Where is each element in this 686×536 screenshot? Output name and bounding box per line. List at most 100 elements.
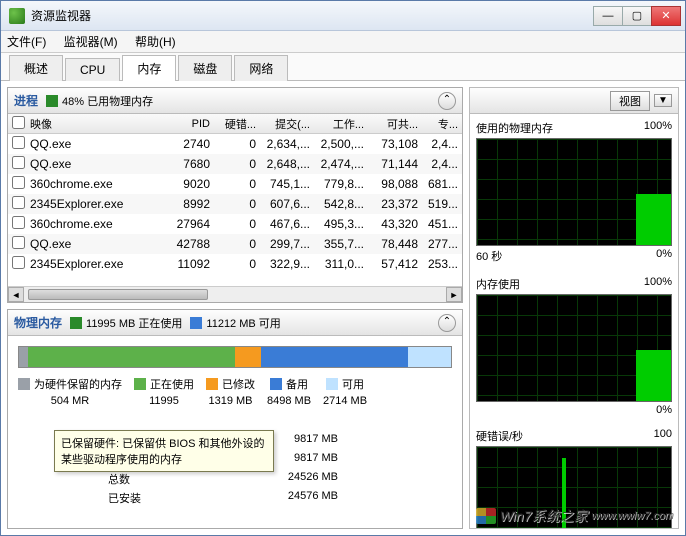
table-row[interactable]: 360chrome.exe279640467,6...495,3...43,32… <box>8 214 462 234</box>
cell-hf: 0 <box>214 177 260 191</box>
row-checkbox[interactable] <box>12 136 25 149</box>
tab-disk[interactable]: 磁盘 <box>178 55 232 81</box>
memory-legend: 为硬件保留的内存504 MR正在使用11995已修改1319 MB备用8498 … <box>18 376 452 407</box>
table-row[interactable]: QQ.exe427880299,7...355,7...78,448277... <box>8 234 462 254</box>
scroll-right-icon[interactable]: ► <box>446 287 462 302</box>
maximize-button[interactable]: ▢ <box>622 6 652 26</box>
view-dropdown-icon[interactable]: ▼ <box>654 94 672 107</box>
cell-priv: 451... <box>422 217 462 231</box>
cell-priv: 2,4... <box>422 157 462 171</box>
cell-ws: 542,8... <box>314 197 368 211</box>
row-checkbox[interactable] <box>12 256 25 269</box>
menu-help[interactable]: 帮助(H) <box>135 35 176 49</box>
cell-hf: 0 <box>214 137 260 151</box>
cell-ws: 355,7... <box>314 237 368 251</box>
row-checkbox[interactable] <box>12 236 25 249</box>
cell-pid: 42788 <box>168 237 214 251</box>
window-title: 资源监视器 <box>31 7 594 24</box>
minimize-button[interactable]: — <box>593 6 623 26</box>
processes-header[interactable]: 进程 48% 已用物理内存 ⌃ <box>8 88 462 114</box>
row-checkbox[interactable] <box>12 176 25 189</box>
row-checkbox[interactable] <box>12 216 25 229</box>
legend-item: 为硬件保留的内存504 MR <box>18 376 122 407</box>
tab-memory[interactable]: 内存 <box>122 55 176 81</box>
col-workingset[interactable]: 工作... <box>314 116 368 132</box>
cell-ws: 311,0... <box>314 257 368 271</box>
legend-item: 可用2714 MB <box>323 376 367 407</box>
col-hardfault[interactable]: 硬错... <box>214 116 260 132</box>
graph-max: 100 <box>654 428 672 444</box>
cell-priv: 681... <box>422 177 462 191</box>
table-row[interactable]: 360chrome.exe90200745,1...779,8...98,088… <box>8 174 462 194</box>
close-button[interactable]: ✕ <box>651 6 681 26</box>
physical-memory-header[interactable]: 物理内存 11995 MB 正在使用 11212 MB 可用 ⌃ <box>8 310 462 336</box>
col-image[interactable]: 映像 <box>26 116 168 132</box>
app-icon <box>9 8 25 24</box>
row-checkbox[interactable] <box>12 196 25 209</box>
graph: 使用的物理内存100%60 秒0% <box>476 118 672 266</box>
table-header: 映像 PID 硬错... 提交(... 工作... 可共... 专... <box>8 114 462 134</box>
cell-commit: 745,1... <box>260 177 314 191</box>
cell-pid: 7680 <box>168 157 214 171</box>
physical-memory-title: 物理内存 <box>14 314 62 331</box>
cell-hf: 0 <box>214 157 260 171</box>
cell-share: 73,108 <box>368 137 422 151</box>
table-row[interactable]: 2345Explorer.exe110920322,9...311,0...57… <box>8 254 462 274</box>
legend-item: 备用8498 MB <box>267 376 311 407</box>
stat-row: 已安装24576 MB <box>108 490 338 506</box>
view-button[interactable]: 视图 <box>610 91 650 111</box>
cell-ws: 2,500,... <box>314 137 368 151</box>
col-pid[interactable]: PID <box>168 118 214 130</box>
collapse-icon[interactable]: ⌃ <box>438 92 456 110</box>
menu-file[interactable]: 文件(F) <box>7 35 46 49</box>
table-row[interactable]: QQ.exe768002,648,...2,474,...71,1442,4..… <box>8 154 462 174</box>
cell-image: QQ.exe <box>26 157 168 171</box>
legend-item: 正在使用11995 <box>134 376 194 407</box>
horizontal-scrollbar[interactable]: ◄ ► <box>8 286 462 302</box>
graph-title: 使用的物理内存 <box>476 120 553 136</box>
table-row[interactable]: 2345Explorer.exe89920607,6...542,8...23,… <box>8 194 462 214</box>
table-row[interactable]: QQ.exe274002,634,...2,500,...73,1082,4..… <box>8 134 462 154</box>
tab-network[interactable]: 网络 <box>234 55 288 81</box>
tab-bar: 概述 CPU 内存 磁盘 网络 <box>1 53 685 81</box>
processes-panel: 进程 48% 已用物理内存 ⌃ 映像 PID 硬错... 提交(... 工作..… <box>7 87 463 303</box>
cell-pid: 2740 <box>168 137 214 151</box>
cell-share: 98,088 <box>368 177 422 191</box>
graph-title: 硬错误/秒 <box>476 428 523 444</box>
cell-priv: 2,4... <box>422 137 462 151</box>
col-commit[interactable]: 提交(... <box>260 116 314 132</box>
cell-pid: 11092 <box>168 257 214 271</box>
cell-commit: 322,9... <box>260 257 314 271</box>
graph-foot-right: 0% <box>656 248 672 264</box>
cell-share: 71,144 <box>368 157 422 171</box>
cell-share: 43,320 <box>368 217 422 231</box>
col-shareable[interactable]: 可共... <box>368 116 422 132</box>
cell-image: 2345Explorer.exe <box>26 197 168 211</box>
cell-hf: 0 <box>214 257 260 271</box>
graph-foot-right: 0% <box>656 404 672 416</box>
cell-commit: 2,648,... <box>260 157 314 171</box>
inuse-label: 11995 MB 正在使用 <box>86 315 182 331</box>
row-checkbox[interactable] <box>12 156 25 169</box>
scroll-left-icon[interactable]: ◄ <box>8 287 24 302</box>
tab-overview[interactable]: 概述 <box>9 55 63 81</box>
cell-hf: 0 <box>214 197 260 211</box>
watermark: Win7系统之家 www.wwlw7.com <box>476 506 674 526</box>
menubar: 文件(F) 监视器(M) 帮助(H) <box>1 31 685 53</box>
tab-cpu[interactable]: CPU <box>65 58 120 81</box>
stat-row: 总数24526 MB <box>108 471 338 487</box>
cell-image: QQ.exe <box>26 237 168 251</box>
cell-commit: 467,6... <box>260 217 314 231</box>
col-private[interactable]: 专... <box>422 116 462 132</box>
scroll-thumb[interactable] <box>28 289 208 300</box>
select-all-checkbox[interactable] <box>12 116 25 129</box>
windows-logo-icon <box>476 508 496 524</box>
cell-commit: 299,7... <box>260 237 314 251</box>
titlebar[interactable]: 资源监视器 — ▢ ✕ <box>1 1 685 31</box>
menu-monitor[interactable]: 监视器(M) <box>64 35 118 49</box>
cell-hf: 0 <box>214 217 260 231</box>
graph-foot-left: 60 秒 <box>476 248 502 264</box>
cell-hf: 0 <box>214 237 260 251</box>
cell-share: 57,412 <box>368 257 422 271</box>
collapse-icon[interactable]: ⌃ <box>438 314 456 332</box>
